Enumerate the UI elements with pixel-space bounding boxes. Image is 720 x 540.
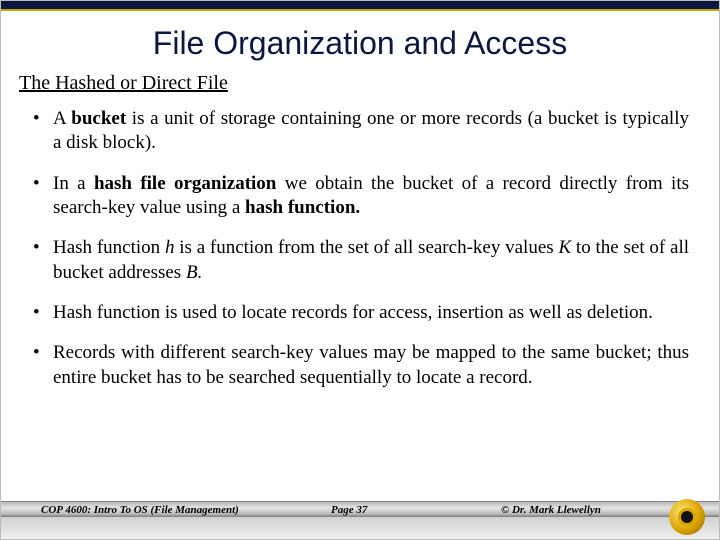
bullet-item: Hash function is used to locate records …	[31, 301, 689, 325]
text: In a	[53, 173, 94, 194]
bullet-item: In a hash file organization we obtain th…	[31, 172, 689, 221]
slide-title: File Organization and Access	[1, 11, 719, 68]
slide: File Organization and Access The Hashed …	[0, 0, 720, 540]
footer: COP 4600: Intro To OS (File Management) …	[1, 501, 719, 539]
text: is a function from the set of all search…	[174, 237, 558, 258]
bullet-item: Hash function h is a function from the s…	[31, 236, 689, 285]
top-bar	[1, 1, 719, 9]
logo-inner	[678, 508, 696, 526]
bullet-item: Records with different search-key values…	[31, 341, 689, 390]
footer-page: Page 37	[301, 504, 481, 516]
footer-bar: COP 4600: Intro To OS (File Management) …	[1, 501, 719, 517]
text: Hash function	[53, 237, 165, 258]
bullet-item: A bucket is a unit of storage containing…	[31, 107, 689, 156]
bold-text: hash file organization	[94, 173, 276, 194]
text: A	[53, 108, 71, 129]
slide-subtitle: The Hashed or Direct File	[1, 68, 719, 103]
text: Hash function is used to locate records …	[53, 302, 653, 323]
footer-base	[1, 517, 719, 539]
text: Records with different search-key values…	[53, 342, 689, 387]
text: is a unit of storage containing one or m…	[53, 108, 689, 153]
bold-text: hash function.	[245, 197, 360, 218]
university-logo-icon	[669, 499, 705, 535]
italic-text: K	[558, 237, 571, 258]
footer-course: COP 4600: Intro To OS (File Management)	[1, 504, 301, 516]
bold-text: bucket	[71, 108, 126, 129]
italic-text: B.	[186, 262, 202, 283]
bullet-list: A bucket is a unit of storage containing…	[31, 107, 689, 390]
content-area: A bucket is a unit of storage containing…	[1, 103, 719, 501]
